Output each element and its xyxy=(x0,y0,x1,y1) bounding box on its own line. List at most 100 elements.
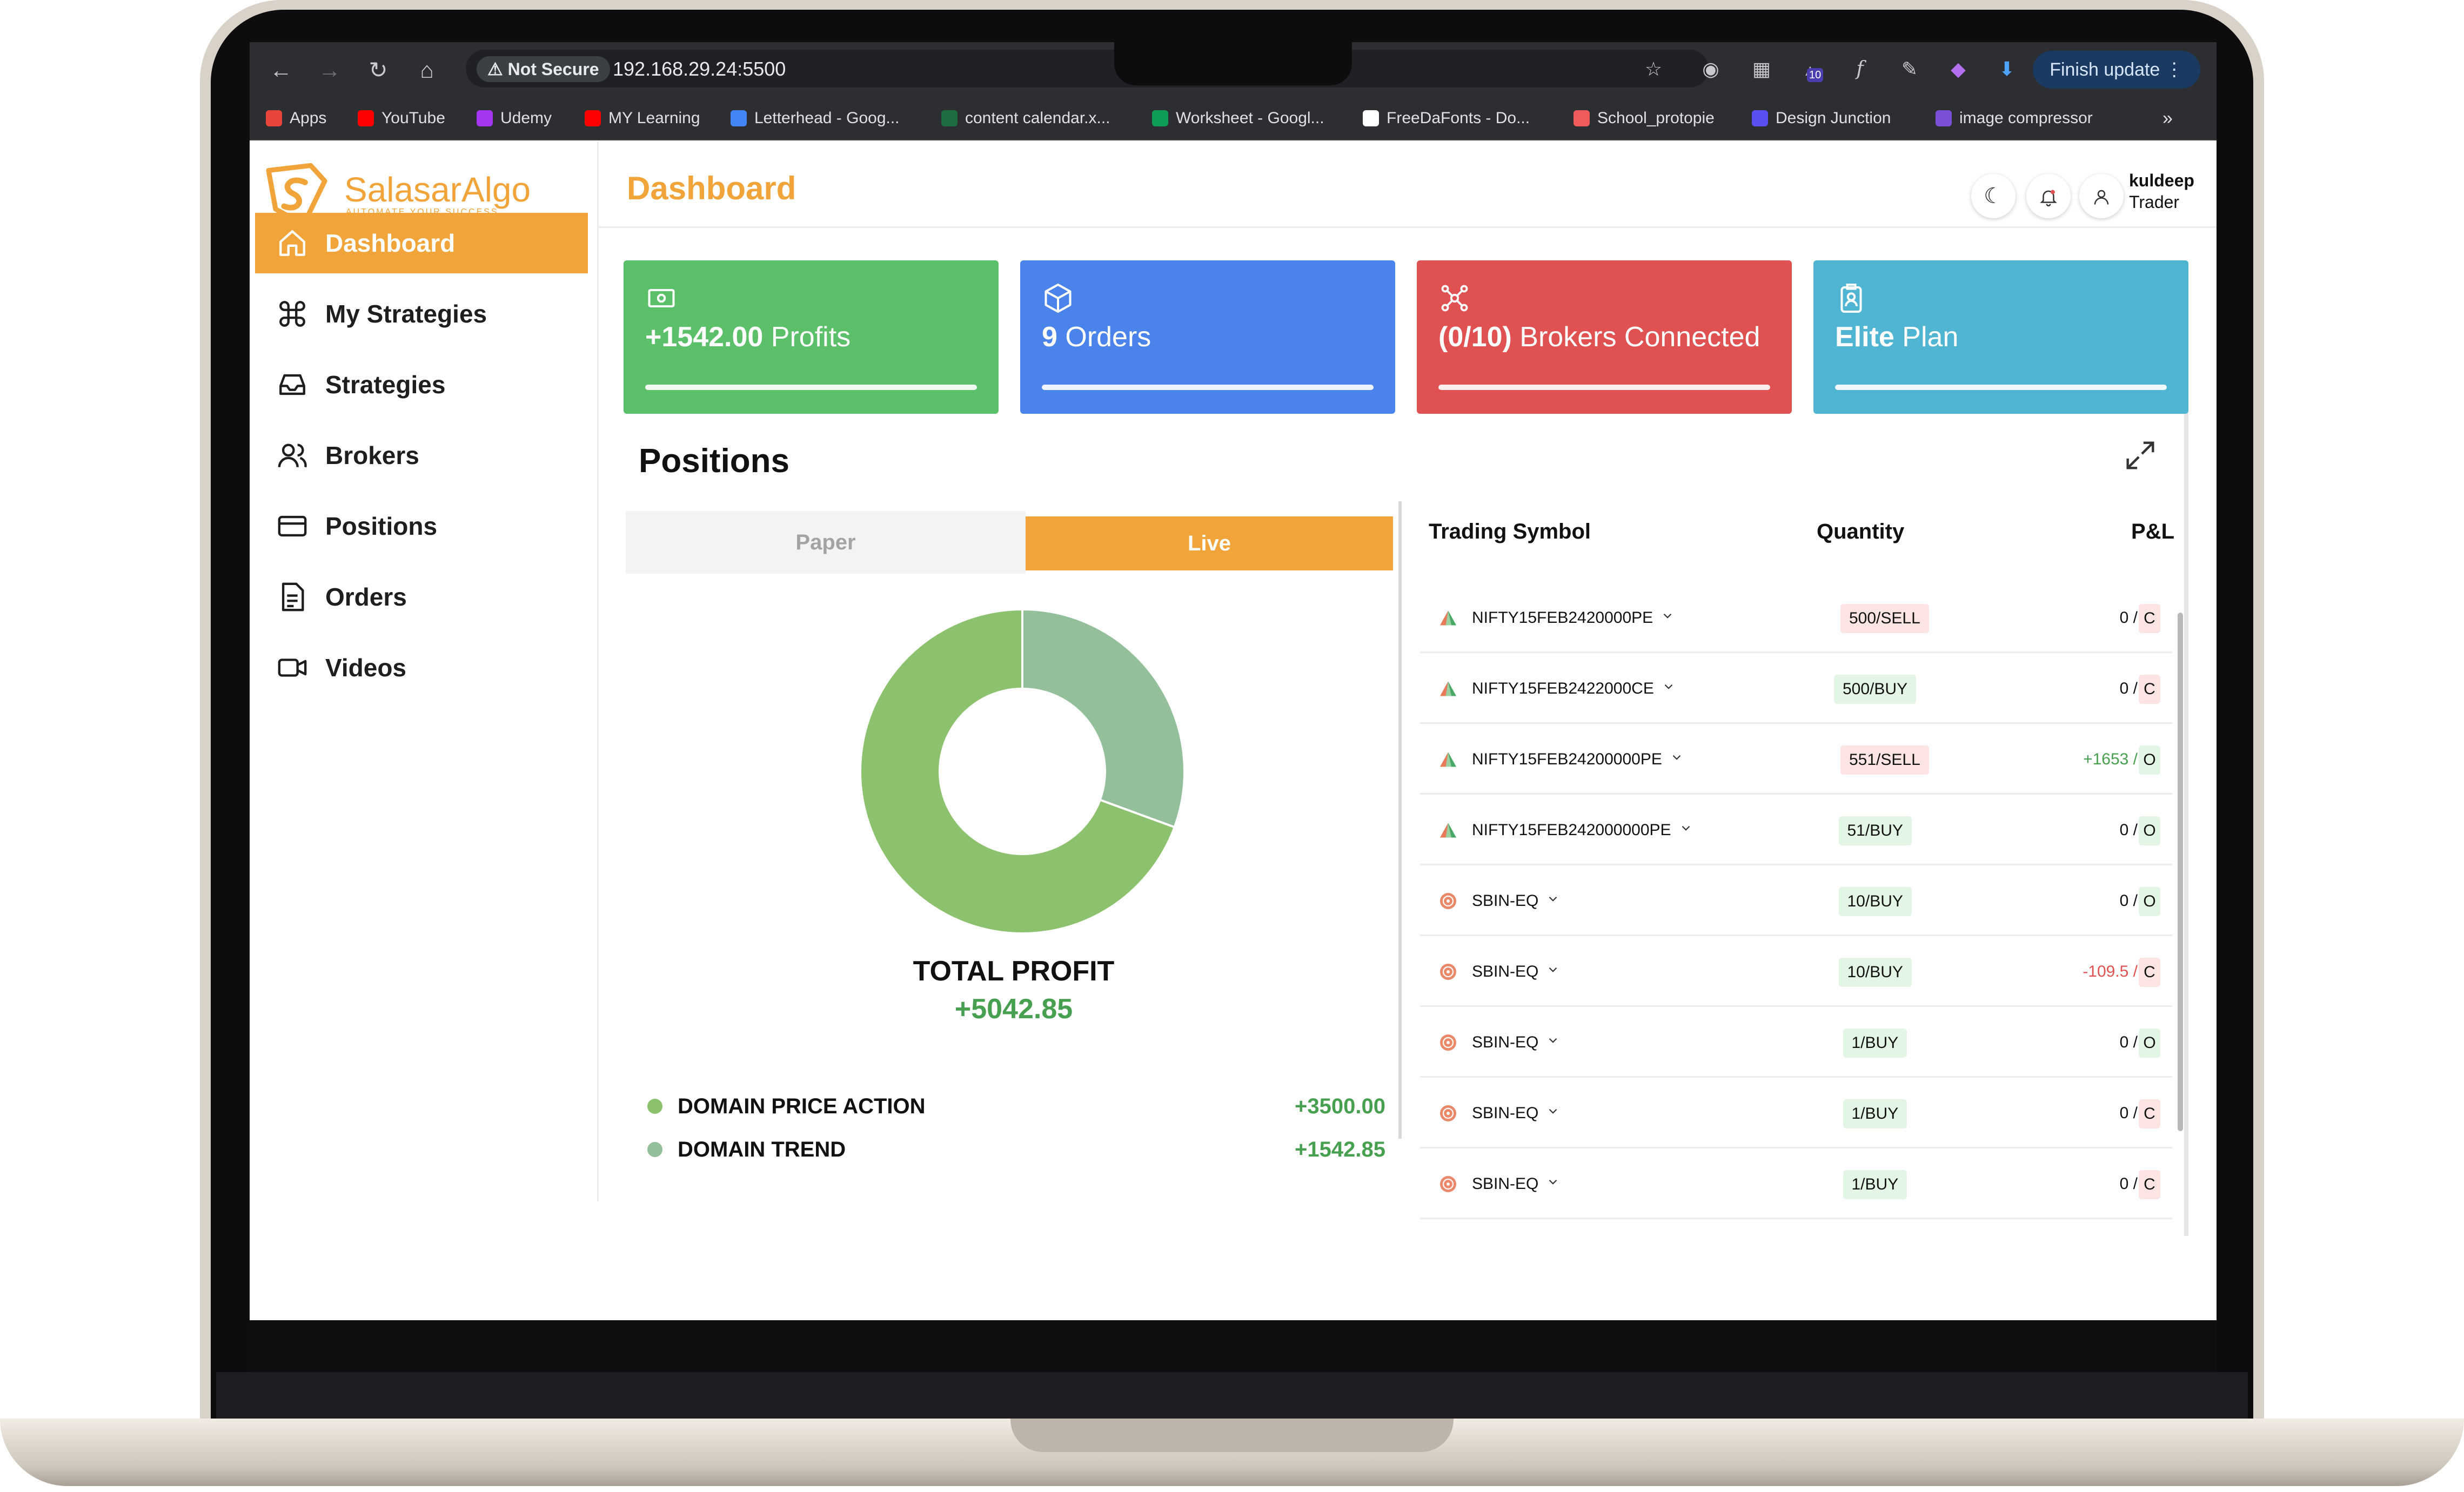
sbin-logo-icon xyxy=(1440,1175,1456,1192)
legend-item: DOMAIN PRICE ACTION +3500.00 xyxy=(647,1087,1385,1125)
stat-card-progress xyxy=(1438,385,1770,390)
expand-icon[interactable] xyxy=(2121,436,2159,474)
apps-grid-icon xyxy=(266,110,282,126)
tab-paper[interactable]: Paper xyxy=(626,511,1026,574)
chevron-down-icon[interactable] xyxy=(1660,609,1675,627)
pnl-value: -109.5 / xyxy=(2083,962,2138,980)
chevron-down-icon[interactable] xyxy=(1662,680,1676,697)
sidebar-item-strategies[interactable]: Strategies xyxy=(255,354,588,415)
sidebar-item-my-strategies[interactable]: My Strategies xyxy=(255,284,588,344)
home-icon[interactable]: ⌂ xyxy=(412,55,442,85)
dark-mode-toggle[interactable]: ☾ xyxy=(1971,174,2016,218)
donut-hole xyxy=(939,688,1106,855)
trading-symbol[interactable]: NIFTY15FEB24200000PE xyxy=(1438,724,1684,795)
chevron-down-icon[interactable] xyxy=(1546,1175,1560,1193)
chevron-down-icon[interactable] xyxy=(1670,750,1684,768)
bookmark-item[interactable]: image compressor xyxy=(1936,104,2093,133)
chevron-down-icon[interactable] xyxy=(1546,1104,1560,1122)
stat-card-orders[interactable]: 9 Orders xyxy=(1020,260,1395,414)
trading-symbol[interactable]: NIFTY15FEB2420000PE xyxy=(1438,582,1675,653)
user-avatar[interactable] xyxy=(2079,174,2124,218)
table-row[interactable]: SBIN-EQ 10/BUY 0 /O xyxy=(1420,865,2172,936)
bookmark-item[interactable]: Design Junction xyxy=(1752,104,1891,133)
star-icon[interactable]: ☆ xyxy=(1638,54,1669,84)
trading-symbol[interactable]: SBIN-EQ xyxy=(1438,1148,1560,1219)
stat-card-progress xyxy=(1042,385,1374,390)
sbin-logo-icon xyxy=(1440,1034,1456,1051)
legend-value: +3500.00 xyxy=(1295,1094,1385,1118)
trading-symbol[interactable]: SBIN-EQ xyxy=(1438,1078,1560,1148)
sidebar-item-orders[interactable]: Orders xyxy=(255,567,588,627)
docs-extension-icon[interactable]: ▦ xyxy=(1746,54,1777,84)
inbox-icon xyxy=(279,374,305,395)
status-badge: O xyxy=(2139,745,2160,775)
column-header-quantity[interactable]: Quantity xyxy=(1817,520,1904,544)
bookmark-item[interactable]: Udemy xyxy=(477,104,552,133)
chevron-down-icon[interactable] xyxy=(1679,821,1693,839)
table-row[interactable]: NIFTY15FEB2420000PE 500/SELL 0 /C xyxy=(1420,582,2172,653)
cash-icon xyxy=(648,289,675,307)
brand-name: SalasarAlgo xyxy=(344,170,531,209)
trading-symbol[interactable]: SBIN-EQ xyxy=(1438,865,1560,936)
font-extension-icon[interactable]: f xyxy=(1845,54,1875,84)
youtube-icon xyxy=(585,110,601,126)
table-row[interactable]: SBIN-EQ 1/BUY 0 /O xyxy=(1420,1007,2172,1078)
table-row[interactable]: NIFTY15FEB24200000PE 551/SELL +1653 /O xyxy=(1420,724,2172,795)
stat-card-plan[interactable]: Elite Plan xyxy=(1813,260,2188,414)
color-extension-icon[interactable]: ◆ xyxy=(1943,54,1973,84)
bookmark-item[interactable]: content calendar.x... xyxy=(941,104,1110,133)
url-text[interactable]: 192.168.29.24:5500 xyxy=(613,54,786,84)
bookmark-item[interactable]: Apps xyxy=(266,104,326,133)
table-scrollbar[interactable] xyxy=(2178,613,2183,1131)
forward-icon[interactable]: → xyxy=(314,55,345,85)
bookmark-item[interactable]: Worksheet - Googl... xyxy=(1152,104,1324,133)
stat-card-text: +1542.00 Profits xyxy=(645,321,851,353)
bookmark-item[interactable]: School_protopie xyxy=(1574,104,1715,133)
finish-update-button[interactable]: Finish update ⋮ xyxy=(2033,51,2200,89)
back-icon[interactable]: ← xyxy=(266,55,296,85)
quantity-badge: 10/BUY xyxy=(1838,958,1912,987)
table-row[interactable]: NIFTY15FEB2422000CE 500/BUY 0 /C xyxy=(1420,653,2172,724)
bookmark-item[interactable]: YouTube xyxy=(358,104,445,133)
laptop-hinge xyxy=(216,1372,2248,1419)
nifty-triangle-icon xyxy=(1440,610,1456,625)
grad-cap-extension-icon[interactable]: ▲ 10 xyxy=(1795,54,1825,84)
sidebar-item-dashboard[interactable]: Dashboard xyxy=(255,213,588,273)
sidebar-item-videos[interactable]: Videos xyxy=(255,637,588,698)
camera-extension-icon[interactable]: ◉ xyxy=(1696,54,1726,84)
not-secure-badge[interactable]: ⚠ Not Secure xyxy=(477,56,610,82)
table-row[interactable]: NIFTY15FEB242000000PE 51/BUY 0 /O xyxy=(1420,795,2172,865)
chevron-down-icon[interactable] xyxy=(1546,963,1560,980)
table-row[interactable]: SBIN-EQ 10/BUY -109.5 /C xyxy=(1420,936,2172,1007)
chevron-down-icon[interactable] xyxy=(1546,892,1560,910)
stat-card-profits[interactable]: +1542.00 Profits xyxy=(624,260,999,414)
pnl-value: 0 / xyxy=(2119,608,2138,627)
notifications-button[interactable] xyxy=(2026,174,2071,218)
chevron-down-icon[interactable] xyxy=(1546,1033,1560,1051)
pnl-value: 0 / xyxy=(2119,891,2138,910)
sidebar-item-positions[interactable]: Positions xyxy=(255,496,588,556)
download-extension-icon[interactable]: ⬇ xyxy=(1992,54,2022,84)
column-header-symbol[interactable]: Trading Symbol xyxy=(1429,520,1591,544)
trading-symbol[interactable]: SBIN-EQ xyxy=(1438,936,1560,1007)
reload-icon[interactable]: ↻ xyxy=(363,55,393,85)
trading-symbol[interactable]: NIFTY15FEB2422000CE xyxy=(1438,653,1676,724)
column-header-pnl[interactable]: P&L xyxy=(2131,520,2174,544)
user-role: Trader xyxy=(2129,192,2180,212)
bookmark-item[interactable]: FreeDaFonts - Do... xyxy=(1363,104,1530,133)
tab-live[interactable]: Live xyxy=(1026,516,1393,570)
more-bookmarks-icon[interactable]: » xyxy=(2162,104,2173,133)
document-icon xyxy=(282,582,304,611)
quantity-badge: 10/BUY xyxy=(1838,887,1912,916)
bookmark-item[interactable]: Letterhead - Goog... xyxy=(731,104,900,133)
screen-chin xyxy=(250,1320,2217,1372)
table-row[interactable]: SBIN-EQ 1/BUY 0 /C xyxy=(1420,1078,2172,1148)
trading-symbol[interactable]: NIFTY15FEB242000000PE xyxy=(1438,795,1693,865)
pen-extension-icon[interactable]: ✎ xyxy=(1894,54,1925,84)
table-row[interactable]: SBIN-EQ 1/BUY 0 /C xyxy=(1420,1148,2172,1219)
bookmark-item[interactable]: MY Learning xyxy=(585,104,700,133)
page-scrollbar-track[interactable] xyxy=(2184,280,2188,1236)
sidebar-item-brokers[interactable]: Brokers xyxy=(255,425,588,486)
stat-card-brokers-connected[interactable]: (0/10) Brokers Connected xyxy=(1417,260,1792,414)
trading-symbol[interactable]: SBIN-EQ xyxy=(1438,1007,1560,1078)
